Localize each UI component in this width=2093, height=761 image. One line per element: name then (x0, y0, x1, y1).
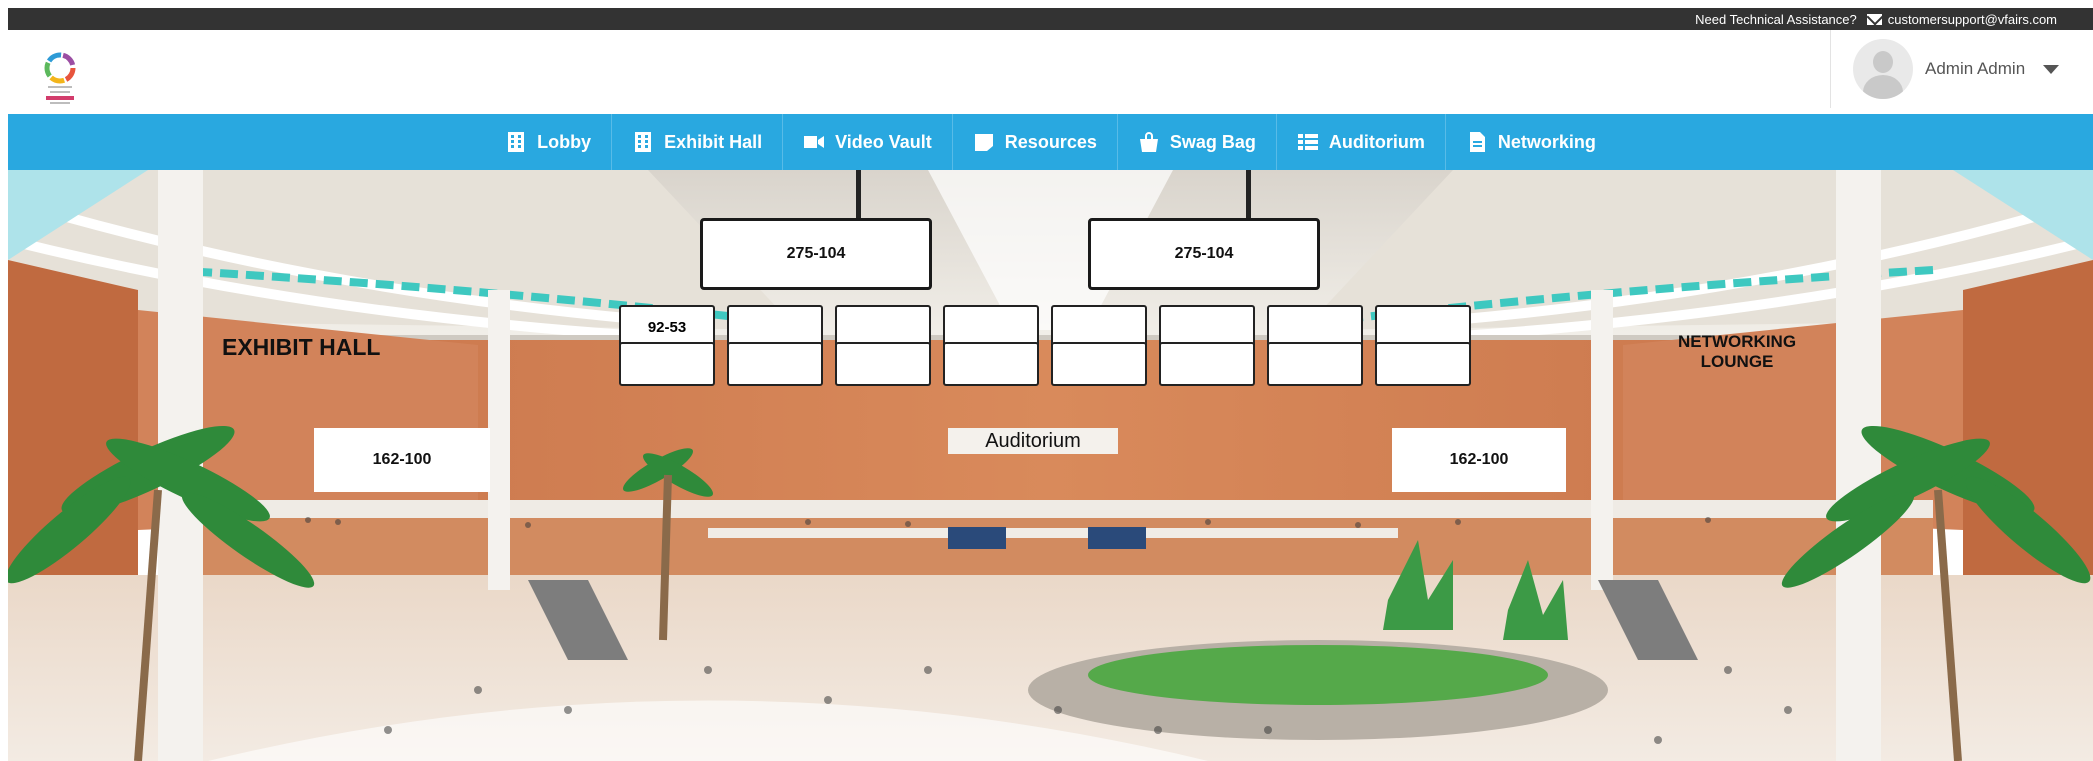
support-bar: Need Technical Assistance? customersuppo… (8, 8, 2093, 30)
nav-item-lobby[interactable]: Lobby (485, 114, 611, 170)
banner-left[interactable]: 162-100 (314, 428, 490, 492)
wall-panel[interactable] (943, 342, 1039, 386)
nav-label: Resources (1004, 131, 1097, 152)
networking-lounge-sign[interactable]: NETWORKING LOUNGE (1678, 332, 1796, 372)
wall-panel[interactable] (1051, 342, 1147, 386)
caret-down-icon[interactable] (2043, 64, 2060, 74)
nav-label: Video Vault (835, 131, 932, 152)
wall-panel[interactable] (1267, 342, 1363, 386)
nav-item-video-vault[interactable]: Video Vault (782, 114, 952, 170)
video-camera-icon (804, 136, 825, 148)
header: Admin Admin (8, 30, 2093, 114)
nav-label: Networking (1497, 131, 1596, 152)
envelope-icon (1866, 13, 1882, 25)
auditorium-sign[interactable]: Auditorium (948, 428, 1118, 454)
wall-panel[interactable] (835, 342, 931, 386)
nav-label: Exhibit Hall (664, 131, 763, 152)
support-help-text: Need Technical Assistance? (1695, 11, 1857, 27)
avatar[interactable] (1853, 39, 1913, 99)
lobby-scene: 275-104 275-104 92-53 EXHIBIT HALL NETWO… (8, 170, 2093, 761)
support-email-link[interactable]: customersupport@vfairs.com (1888, 12, 2057, 27)
wall-panel[interactable] (727, 342, 823, 386)
user-name[interactable]: Admin Admin (1925, 59, 2025, 79)
hanging-screen-left[interactable]: 275-104 (700, 218, 932, 290)
wall-panel[interactable] (619, 342, 715, 386)
shopping-bag-icon (1139, 132, 1158, 152)
nav-label: Lobby (537, 131, 592, 152)
list-icon (1297, 134, 1318, 150)
nav-item-exhibit-hall[interactable]: Exhibit Hall (611, 114, 782, 170)
wall-panel[interactable] (1375, 342, 1471, 386)
nav-label: Auditorium (1328, 131, 1425, 152)
nav-item-auditorium[interactable]: Auditorium (1275, 114, 1445, 170)
nav-item-resources[interactable]: Resources (951, 114, 1117, 170)
nav-label: Swag Bag (1169, 131, 1256, 152)
event-logo[interactable] (38, 50, 82, 108)
banner-right[interactable]: 162-100 (1392, 428, 1566, 492)
file-icon (974, 134, 993, 151)
nav-item-swag-bag[interactable]: Swag Bag (1116, 114, 1276, 170)
building-icon (635, 132, 652, 152)
main-nav: Lobby Exhibit Hall Video Vault Resources… (8, 114, 2093, 170)
hanging-screen-right[interactable]: 275-104 (1088, 218, 1320, 290)
networking-lounge-line2: LOUNGE (1700, 352, 1774, 371)
networking-lounge-line1: NETWORKING (1678, 332, 1797, 351)
nav-item-networking[interactable]: Networking (1444, 114, 1616, 170)
exhibit-hall-sign[interactable]: EXHIBIT HALL (222, 334, 380, 361)
hanging-screen-label: 275-104 (786, 245, 846, 262)
document-icon (1469, 132, 1485, 152)
hanging-screen-label: 275-104 (1174, 245, 1234, 262)
wall-panel-label: 92-53 (647, 318, 687, 336)
building-icon (508, 132, 525, 152)
app-root: Need Technical Assistance? customersuppo… (0, 0, 2093, 761)
user-menu[interactable]: Admin Admin (1830, 30, 2085, 108)
wall-panel[interactable] (1159, 342, 1255, 386)
